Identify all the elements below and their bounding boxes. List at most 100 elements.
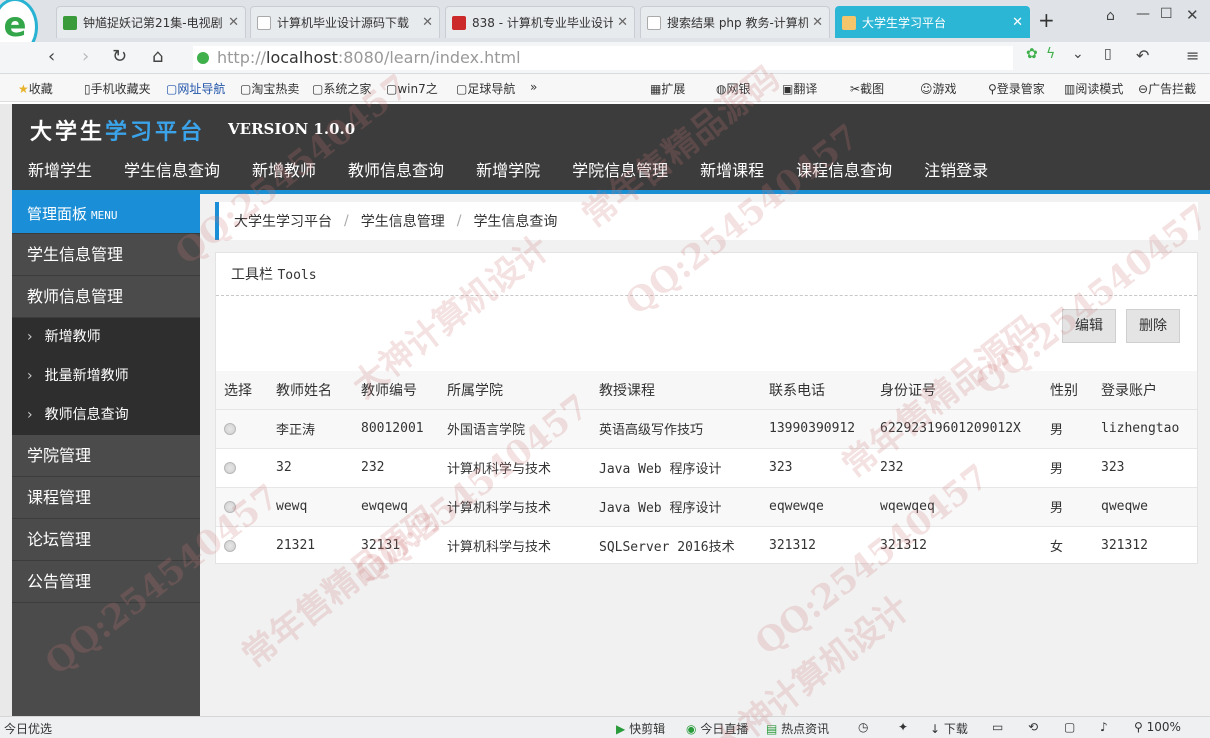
nav-course-query[interactable]: 课程信息查询 (780, 154, 908, 190)
sidebar-subitem-label: 批量新增教师 (44, 368, 129, 384)
extensions-button[interactable]: ▦扩展 (650, 80, 685, 97)
menu-icon[interactable]: ≡ (1186, 46, 1199, 65)
bookmark-item[interactable]: ▢系统之家 (312, 80, 371, 97)
status-download[interactable]: ↓ 下载 (930, 720, 968, 737)
row-radio[interactable] (224, 539, 236, 552)
close-icon[interactable]: ✕ (617, 15, 628, 30)
bookmark-item[interactable]: ▢淘宝热卖 (240, 80, 299, 97)
forward-icon[interactable]: › (82, 46, 89, 67)
lightning-icon[interactable]: ϟ (1046, 46, 1055, 62)
browser-tab-active[interactable]: 大学生学习平台 ✕ (835, 6, 1030, 38)
sidebar-item-notice-manage[interactable]: 公告管理 (12, 561, 200, 603)
bookmark-item[interactable]: ★收藏 (18, 80, 53, 97)
row-radio[interactable] (224, 422, 236, 435)
cell-id-card: wqewqeq (872, 486, 1042, 526)
url-host: localhost (266, 48, 338, 67)
maximize-icon[interactable]: ☐ (1160, 6, 1173, 22)
breadcrumb-item[interactable]: 学生信息管理 (361, 211, 445, 231)
layout-icon[interactable]: ▭ (992, 720, 1003, 734)
window-close-icon[interactable]: ✕ (1186, 6, 1199, 24)
sidebar-item-college-manage[interactable]: 学院管理 (12, 435, 200, 477)
sidebar-subitem-batch-add-teacher[interactable]: › 批量新增教师 (12, 357, 200, 396)
login-manager-button[interactable]: ⚲登录管家 (988, 80, 1045, 97)
reading-mode-button[interactable]: ▥阅读模式 (1064, 80, 1123, 97)
close-icon[interactable]: ✕ (812, 15, 823, 30)
browser-tab[interactable]: 838 - 计算机专业毕业设计 ✕ (445, 6, 635, 38)
row-select-cell[interactable] (216, 486, 268, 526)
bookmark-item[interactable]: ▢win7之 (386, 80, 438, 97)
status-item-label: 下载 (943, 722, 968, 736)
new-tab-button[interactable]: + (1038, 8, 1055, 32)
table-row[interactable]: 21321 32131 计算机科学与技术 SQLServer 2016技术 32… (216, 525, 1197, 565)
screenshot-button[interactable]: ✂截图 (850, 80, 884, 97)
edit-button[interactable]: 编辑 (1062, 309, 1116, 343)
browser-tab[interactable]: 计算机毕业设计源码下载 ✕ (250, 6, 440, 38)
delete-button[interactable]: 删除 (1126, 309, 1180, 343)
nav-add-teacher[interactable]: 新增教师 (236, 154, 332, 190)
games-button[interactable]: ☺游戏 (920, 80, 957, 97)
pin-icon[interactable]: ✦ (898, 720, 908, 734)
reload-icon[interactable]: ↻ (112, 46, 127, 67)
row-select-cell[interactable] (216, 447, 268, 487)
bookmark-item[interactable]: ▯手机收藏夹 (84, 80, 151, 97)
url-input[interactable]: http://localhost:8080/learn/index.html (193, 46, 1013, 70)
close-icon[interactable]: ✕ (422, 15, 433, 30)
chevron-down-icon[interactable]: ⌄ (1072, 46, 1084, 62)
row-radio[interactable] (224, 461, 236, 474)
row-radio[interactable] (224, 500, 236, 513)
back-icon[interactable]: ‹ (48, 46, 55, 67)
close-icon[interactable]: ✕ (1012, 15, 1023, 30)
nav-logout[interactable]: 注销登录 (908, 154, 1004, 190)
status-left-label[interactable]: 今日优选 (4, 720, 52, 737)
status-live[interactable]: ◉ 今日直播 (686, 720, 748, 737)
nav-teacher-query[interactable]: 教师信息查询 (332, 154, 460, 190)
nav-college-manage[interactable]: 学院信息管理 (556, 154, 684, 190)
cell-name: wewq (268, 486, 353, 526)
tab-title: 大学生学习平台 (862, 16, 947, 30)
cell-account: lizhengtao (1093, 408, 1197, 448)
row-select-cell[interactable] (216, 408, 268, 448)
breadcrumb-item[interactable]: 大学生学习平台 (234, 211, 332, 231)
toolbar-label: 阅读模式 (1075, 82, 1124, 96)
status-news[interactable]: ▤ 热点资讯 (766, 720, 829, 737)
sidebar-item-teacher-manage[interactable]: 教师信息管理 (12, 276, 200, 318)
browser-tab[interactable]: 搜索结果 php 教务-计算机 ✕ (640, 6, 830, 38)
sidebar-item-course-manage[interactable]: 课程管理 (12, 477, 200, 519)
cell-id-card: 321312 (872, 525, 1042, 565)
brand-text-accent: 学习平台 (105, 120, 206, 145)
translate-button[interactable]: ▣翻译 (782, 80, 817, 97)
cell-id: 80012001 (353, 408, 439, 448)
bookmark-more[interactable]: » (530, 80, 537, 94)
nav-add-college[interactable]: 新增学院 (460, 154, 556, 190)
sidebar-item-student-manage[interactable]: 学生信息管理 (12, 234, 200, 276)
sidebar-item-forum-manage[interactable]: 论坛管理 (12, 519, 200, 561)
minimize-icon[interactable]: — (1136, 6, 1150, 22)
sidebar-subitem-add-teacher[interactable]: › 新增教师 (12, 318, 200, 357)
nav-add-course[interactable]: 新增课程 (684, 154, 780, 190)
refresh-small-icon[interactable]: ⟲ (1028, 720, 1038, 734)
speed-icon[interactable]: ✿ (1026, 46, 1038, 62)
tab-title: 计算机毕业设计源码下载 (277, 16, 410, 30)
bank-button[interactable]: ◍网银 (716, 80, 751, 97)
close-icon[interactable]: ✕ (228, 15, 239, 30)
nav-add-student[interactable]: 新增学生 (12, 154, 108, 190)
table-row[interactable]: 32 232 计算机科学与技术 Java Web 程序设计 323 232 男 … (216, 447, 1197, 487)
status-quickcut[interactable]: ▶ 快剪辑 (616, 720, 665, 737)
table-row[interactable]: 李正涛 80012001 外国语言学院 英语高级写作技巧 13990390912… (216, 408, 1197, 448)
zoom-control[interactable]: ⚲ 100% (1134, 720, 1181, 734)
home-icon[interactable]: ⌂ (152, 46, 163, 67)
mobile-icon[interactable]: ▯ (1104, 46, 1112, 62)
row-select-cell[interactable] (216, 525, 268, 565)
clock-icon[interactable]: ◷ (858, 720, 868, 734)
nav-student-query[interactable]: 学生信息查询 (108, 154, 236, 190)
browser-tab[interactable]: 钟馗捉妖记第21集-电视剧 ✕ (56, 6, 246, 38)
skin-icon[interactable]: ⌂ (1106, 8, 1115, 24)
sound-icon[interactable]: ♪ (1100, 720, 1108, 734)
bookmark-item[interactable]: ▢网址导航 (166, 80, 225, 97)
undo-icon[interactable]: ↶ (1136, 46, 1149, 65)
adblock-button[interactable]: ⊖广告拦截 (1138, 80, 1196, 97)
bookmark-item[interactable]: ▢足球导航 (456, 80, 515, 97)
sidebar-subitem-teacher-query[interactable]: › 教师信息查询 (12, 396, 200, 435)
table-row[interactable]: wewq ewqewq 计算机科学与技术 Java Web 程序设计 eqwew… (216, 486, 1197, 526)
window-small-icon[interactable]: ▢ (1064, 720, 1075, 734)
